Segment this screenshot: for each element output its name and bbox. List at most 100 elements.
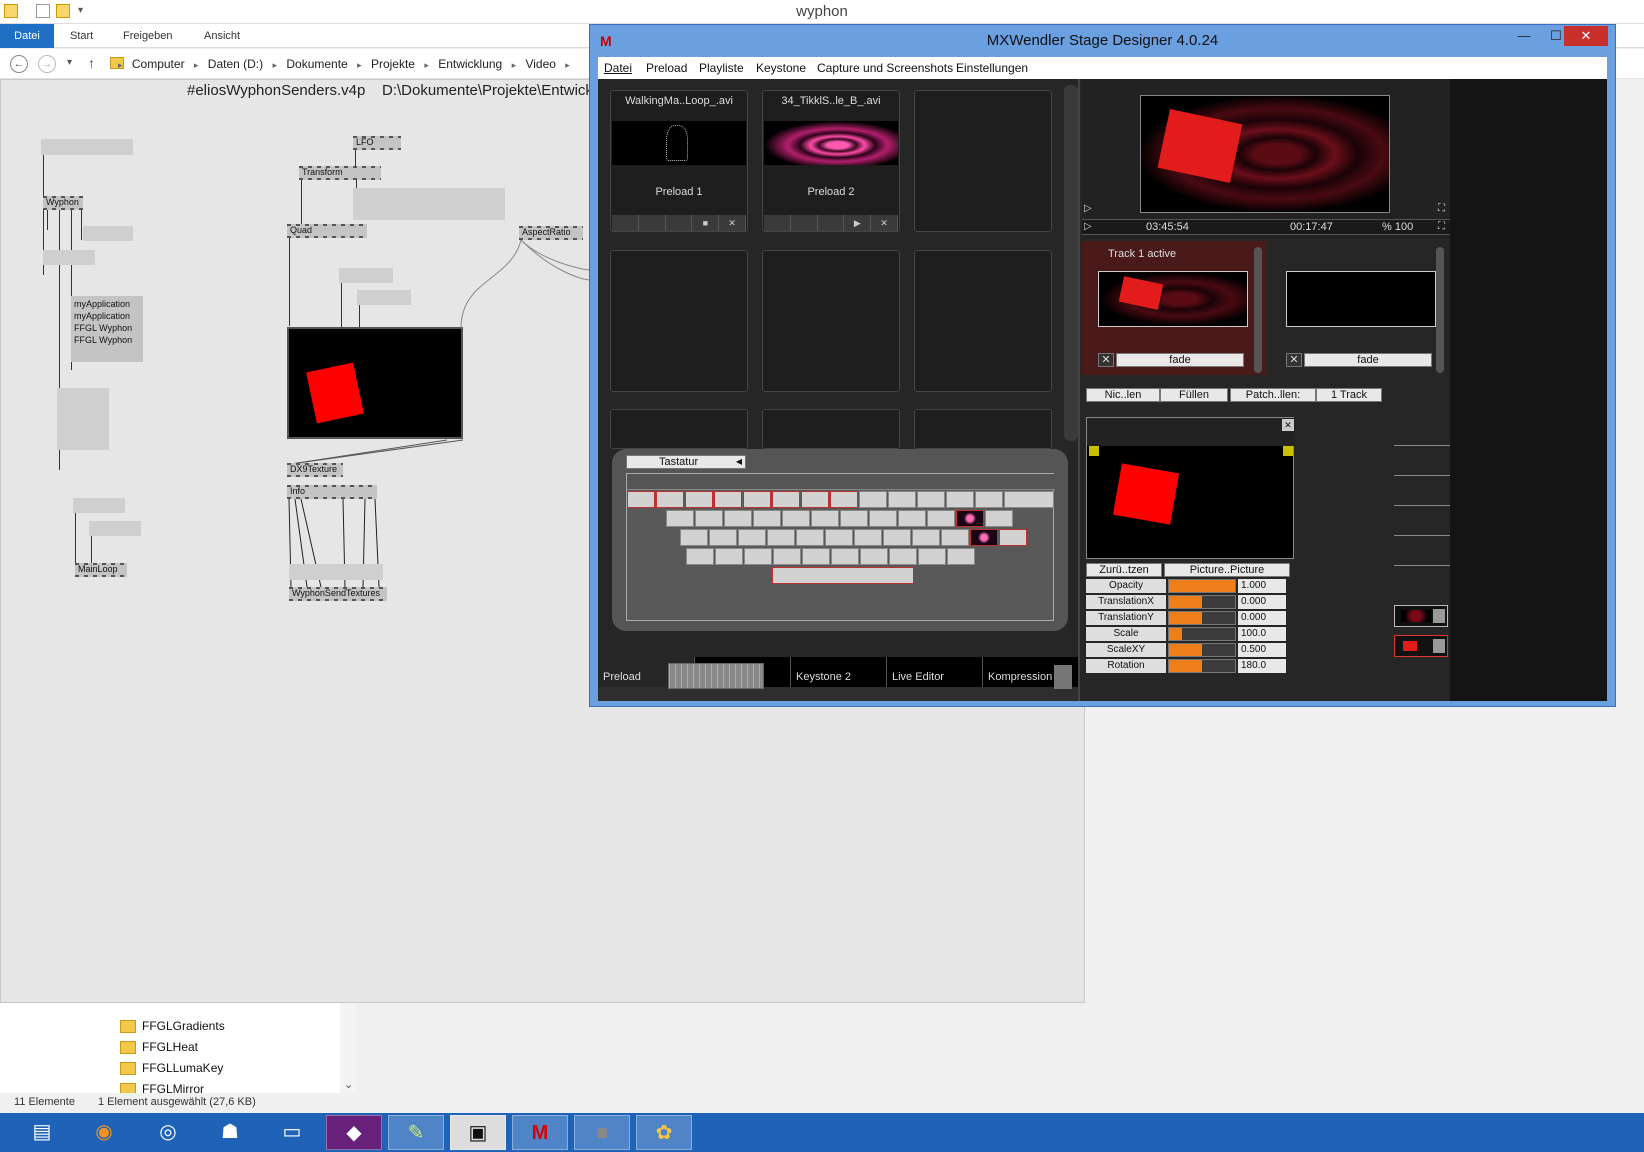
keyboard-key[interactable] xyxy=(744,548,772,565)
keyboard-key[interactable] xyxy=(724,510,752,527)
tastatur-dropdown[interactable]: Tastatur ◀ xyxy=(626,455,746,469)
breadcrumb-entwicklung[interactable]: Entwicklung xyxy=(438,57,502,71)
up-button[interactable]: ↑ xyxy=(88,55,95,71)
app-list-iobox[interactable]: myApplication myApplication FFGL Wyphon … xyxy=(71,296,143,362)
reset-button[interactable]: Zurü..tzen xyxy=(1086,563,1162,577)
keyboard-key[interactable] xyxy=(773,548,801,565)
menu-datei[interactable]: Datei xyxy=(604,57,632,79)
tab-keystone-2[interactable]: Keystone 2 xyxy=(790,657,886,687)
recent-dropdown-icon[interactable]: ▾ xyxy=(67,57,72,68)
tab-live-editor[interactable]: Live Editor xyxy=(886,657,982,687)
preload-slot-empty[interactable] xyxy=(914,90,1052,232)
effect-slot-line[interactable] xyxy=(1394,505,1450,506)
slot-controls[interactable]: ■ ✕ xyxy=(612,215,746,231)
keyboard-key[interactable] xyxy=(801,491,829,508)
keyboard-key[interactable] xyxy=(946,491,974,508)
track-1-fade-dropdown[interactable]: fade xyxy=(1116,353,1244,367)
folder-icon[interactable]: ▤ xyxy=(14,1115,70,1150)
node-mainloop[interactable]: MainLoop xyxy=(75,563,127,577)
keyboard-key[interactable] xyxy=(860,548,888,565)
keyboard-key[interactable] xyxy=(888,491,916,508)
iobox-blank[interactable] xyxy=(89,521,141,536)
mode-button-fuellen[interactable]: Füllen xyxy=(1160,388,1228,402)
file-list[interactable]: FFGLGradients FFGLHeat FFGLLumaKey FFGLM… xyxy=(0,1003,356,1096)
breadcrumb-projekte[interactable]: Projekte xyxy=(371,57,415,71)
menu-playliste[interactable]: Playliste xyxy=(699,57,744,79)
back-button[interactable]: ← xyxy=(10,55,28,73)
keyboard-key[interactable] xyxy=(889,548,917,565)
iobox-blank[interactable] xyxy=(73,498,125,513)
output-close-icon[interactable]: ✕ xyxy=(1282,419,1294,431)
effect-slot-line[interactable] xyxy=(1394,565,1450,566)
node-wyphon[interactable]: Wyphon xyxy=(43,196,83,210)
node-lfo[interactable]: LFO xyxy=(353,136,401,150)
breadcrumb-video[interactable]: Video xyxy=(525,57,555,71)
slot-ctrl-button[interactable] xyxy=(612,215,639,231)
track-1-panel[interactable]: Track 1 active ✕ fade xyxy=(1082,241,1266,375)
renderer-preview[interactable] xyxy=(287,327,463,439)
keyboard-key[interactable] xyxy=(709,529,737,546)
param-row-opacity[interactable]: Opacity 1.000 xyxy=(1086,579,1296,595)
breadcrumb-computer[interactable]: Computer xyxy=(132,57,185,71)
iobox-blank[interactable] xyxy=(83,226,133,241)
keyboard-key[interactable] xyxy=(825,529,853,546)
param-row-translationy[interactable]: TranslationY 0.000 xyxy=(1086,611,1296,627)
corner-handle[interactable] xyxy=(1283,446,1293,456)
vvvv-icon[interactable]: ☗ xyxy=(202,1115,258,1150)
monitor-icon[interactable]: ▭ xyxy=(264,1115,320,1150)
picture-in-picture-dropdown[interactable]: Picture..Picture xyxy=(1164,563,1290,577)
file-item-ffglheat[interactable]: FFGLHeat xyxy=(118,1037,198,1057)
keyboard-key[interactable] xyxy=(715,548,743,565)
keyboard-key[interactable] xyxy=(685,491,713,508)
preload-scrollbar[interactable] xyxy=(1064,85,1078,441)
track-2-panel[interactable]: ✕ fade xyxy=(1270,241,1450,375)
keyboard-key[interactable] xyxy=(767,529,795,546)
fullscreen-icon[interactable]: ⛶ xyxy=(1438,221,1445,232)
track-count-dropdown[interactable]: 1 Track xyxy=(1316,388,1382,402)
param-slider[interactable] xyxy=(1168,627,1236,641)
param-row-scalexy[interactable]: ScaleXY 0.500 xyxy=(1086,643,1296,659)
keyboard-key[interactable] xyxy=(656,491,684,508)
output-preview[interactable]: ✕ xyxy=(1086,417,1295,559)
param-slider[interactable] xyxy=(1168,611,1236,625)
iobox-blank[interactable] xyxy=(43,250,95,265)
menu-preload[interactable]: Preload xyxy=(646,57,687,79)
keyboard-key[interactable] xyxy=(859,491,887,508)
paint-icon[interactable]: ✿ xyxy=(636,1115,692,1150)
iobox-blank[interactable] xyxy=(41,139,133,155)
keyboard-spacebar[interactable] xyxy=(772,567,914,584)
track-remove-icon[interactable]: ✕ xyxy=(1098,353,1114,367)
play-icon[interactable]: ▶ xyxy=(844,215,872,231)
keyboard-key[interactable] xyxy=(840,510,868,527)
keyboard-key[interactable] xyxy=(912,529,940,546)
menu-einstellungen[interactable]: Einstellungen xyxy=(956,57,1028,79)
param-value[interactable]: 1.000 xyxy=(1238,579,1286,593)
stop-icon[interactable]: ■ xyxy=(692,215,720,231)
iobox-blank[interactable] xyxy=(57,388,109,450)
keyboard-key[interactable] xyxy=(830,491,858,508)
node-dx9texture[interactable]: DX9Texture xyxy=(287,463,343,477)
thunderbird-icon[interactable]: ◎ xyxy=(140,1115,196,1150)
keyboard-key[interactable] xyxy=(975,491,1003,508)
scroll-down-icon[interactable]: ⌄ xyxy=(344,1078,353,1091)
timeline-thumb[interactable] xyxy=(668,663,764,689)
keyboard-key[interactable] xyxy=(796,529,824,546)
keyboard-key[interactable] xyxy=(753,510,781,527)
effect-slot-line[interactable] xyxy=(1394,535,1450,536)
master-preview[interactable] xyxy=(1140,95,1390,213)
param-value[interactable]: 180.0 xyxy=(1238,659,1286,673)
slot-ctrl-button[interactable] xyxy=(666,215,693,231)
param-value[interactable]: 0.000 xyxy=(1238,611,1286,625)
keyboard-key[interactable] xyxy=(883,529,911,546)
keyboard-key[interactable] xyxy=(782,510,810,527)
iobox-blank[interactable] xyxy=(353,188,505,220)
keyboard-key[interactable] xyxy=(854,529,882,546)
param-value[interactable]: 0.000 xyxy=(1238,595,1286,609)
play-icon[interactable]: ▷ xyxy=(1084,203,1092,214)
mxwendler-icon[interactable]: M xyxy=(512,1115,568,1150)
close-button[interactable]: ✕ xyxy=(1564,26,1608,46)
remove-icon[interactable]: ✕ xyxy=(719,215,746,231)
preload-slot-empty[interactable] xyxy=(762,409,900,449)
fullscreen-icon[interactable]: ⛶ xyxy=(1438,203,1445,214)
keyboard-key[interactable] xyxy=(918,548,946,565)
